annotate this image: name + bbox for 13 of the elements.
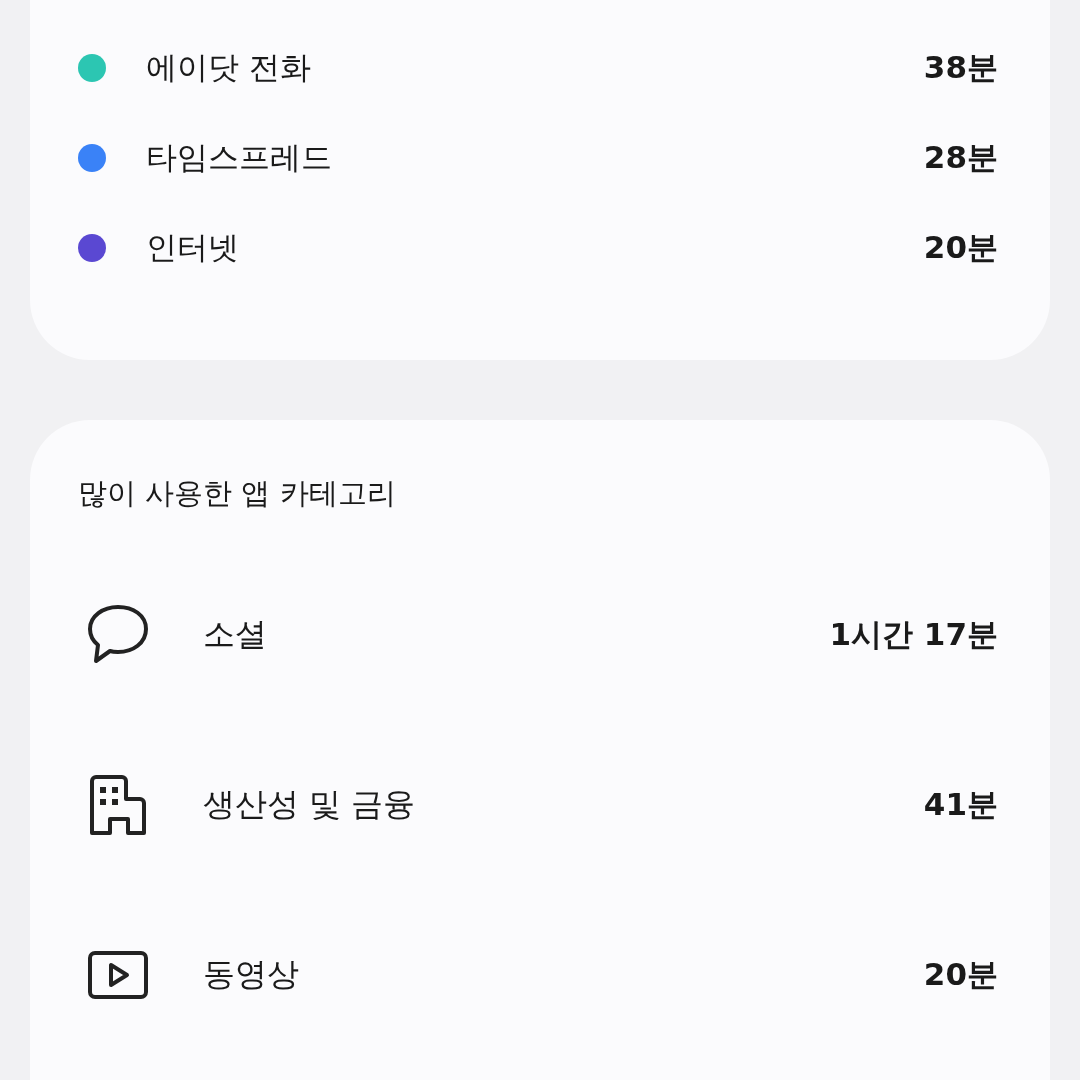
app-name: 에이닷 전화: [146, 48, 312, 87]
category-name: 소셜: [203, 614, 268, 655]
section-title: 많이 사용한 앱 카테고리: [78, 475, 397, 512]
usage-time: 20분: [923, 228, 998, 267]
usage-time: 28분: [923, 138, 998, 177]
usage-time: 41분: [923, 785, 998, 824]
app-name: 인터넷: [146, 228, 240, 267]
category-name: 생산성 및 금융: [203, 784, 417, 825]
usage-time: 38분: [923, 48, 998, 87]
category-name: 동영상: [203, 954, 300, 995]
usage-time: 20분: [923, 955, 998, 994]
app-name: 타임스프레드: [146, 138, 333, 177]
usage-time: 1시간 17분: [829, 615, 998, 654]
